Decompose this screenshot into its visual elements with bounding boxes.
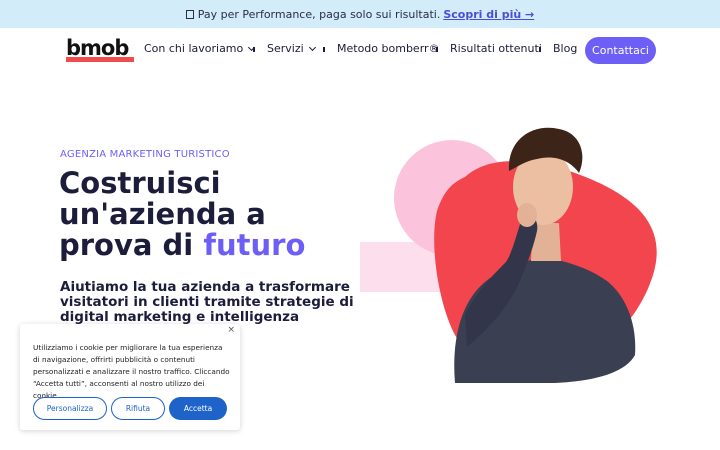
accept-button[interactable]: Accetta	[169, 397, 227, 420]
hero-title-accent: futuro	[203, 228, 306, 262]
nav-item-servizi[interactable]: Servizi	[267, 42, 316, 55]
tag-icon	[185, 9, 194, 19]
hero-illustration	[360, 127, 657, 383]
promo-link[interactable]: Scopri di più →	[443, 8, 534, 21]
cookie-text: Utilizziamo i cookie per migliorare la t…	[33, 343, 230, 400]
logo[interactable]: bmob	[66, 36, 134, 62]
reject-button[interactable]: Rifiuta	[111, 397, 165, 420]
cookie-banner: × Utilizziamo i cookie per migliorare la…	[20, 324, 240, 430]
close-icon[interactable]: ×	[227, 325, 235, 335]
nav-item-label: Metodo bomberr®	[337, 42, 440, 55]
nav-separator	[436, 47, 438, 52]
person-hand	[517, 203, 537, 227]
nav-separator	[323, 47, 325, 52]
nav-item-label: Servizi	[267, 42, 304, 55]
page: Pay per Performance, paga solo sui risul…	[0, 0, 720, 450]
chevron-down-icon	[308, 43, 316, 52]
nav-separator	[539, 47, 541, 52]
hero-eyebrow: AGENZIA MARKETING TURISTICO	[60, 149, 230, 160]
nav-item-blog[interactable]: Blog	[553, 42, 577, 55]
promo-banner: Pay per Performance, paga solo sui risul…	[0, 0, 720, 28]
nav-item-risultati[interactable]: Risultati ottenuti	[450, 42, 542, 55]
logo-text: bmob	[66, 36, 129, 60]
nav-item-label: Con chi lavoriamo	[144, 42, 244, 55]
hero-title: Costruisci un'azienda a prova di futuro	[59, 168, 359, 261]
customize-button[interactable]: Personalizza	[33, 397, 107, 420]
nav-item-metodo[interactable]: Metodo bomberr®	[337, 42, 440, 55]
nav-item-label: Blog	[553, 42, 578, 55]
contact-button[interactable]: Contattaci	[585, 37, 656, 64]
nav-item-label: Risultati ottenuti	[450, 42, 542, 55]
nav-separator	[253, 47, 255, 52]
promo-text: Pay per Performance, paga solo sui risul…	[197, 7, 441, 21]
main-nav: bmob Con chi lavoriamo Servizi Metodo bo…	[0, 30, 720, 70]
nav-item-con-chi-lavoriamo[interactable]: Con chi lavoriamo	[144, 42, 256, 55]
